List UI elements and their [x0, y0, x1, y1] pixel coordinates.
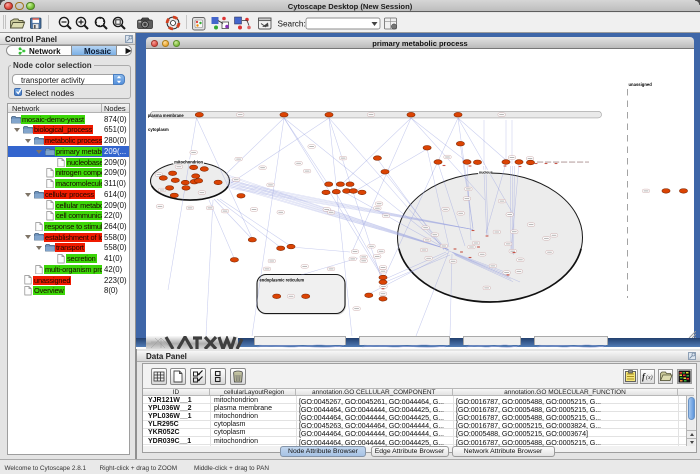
svg-text:endoplasmic reticulum: endoplasmic reticulum	[260, 278, 305, 283]
svg-text:plasma membrane: plasma membrane	[148, 113, 185, 118]
svg-text:mitochondrion: mitochondrion	[174, 159, 203, 164]
svg-text:cytoplasm: cytoplasm	[148, 127, 169, 132]
svg-text:unassigned: unassigned	[629, 82, 653, 87]
svg-text:(x): (x)	[646, 374, 653, 381]
svg-text:Search:: Search:	[278, 19, 306, 28]
svg-text:nucleus: nucleus	[479, 171, 493, 175]
